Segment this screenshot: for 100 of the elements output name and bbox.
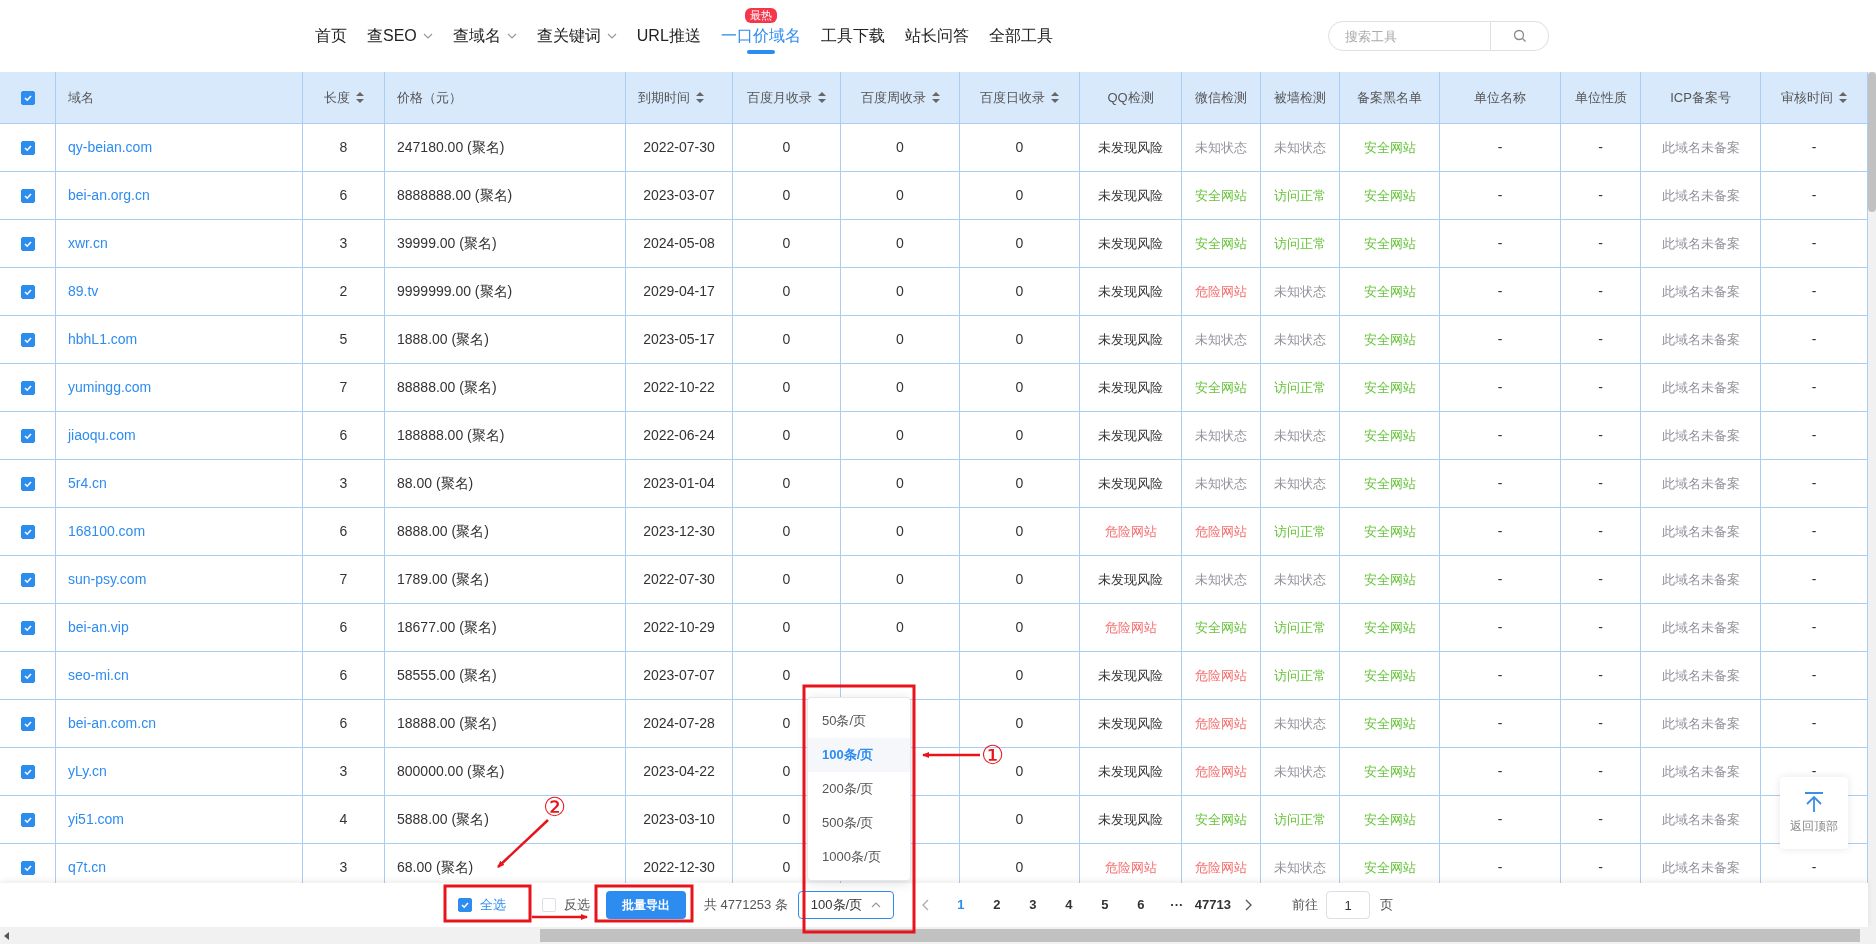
checkbox[interactable] [20, 188, 35, 203]
sort-icon[interactable] [696, 92, 704, 103]
domain-link[interactable]: 168100.com [68, 521, 146, 542]
annotation-arrow [497, 819, 549, 868]
checkbox[interactable] [20, 236, 35, 251]
column-header: 单位名称 [1474, 88, 1526, 107]
checkbox[interactable] [20, 764, 35, 779]
checkbox[interactable] [458, 898, 472, 912]
checkbox[interactable] [20, 284, 35, 299]
status-text: 未知状态 [1274, 858, 1326, 877]
menu-option[interactable]: 50条/页 [808, 704, 910, 738]
nav-link[interactable]: 查域名 [452, 16, 501, 56]
search-icon[interactable] [1512, 29, 1527, 43]
column-header: 价格（元） [397, 88, 462, 107]
search-field[interactable]: 搜索工具 [1328, 21, 1491, 51]
checkbox[interactable] [20, 716, 35, 731]
page-input[interactable]: 1 [1326, 891, 1370, 919]
menu-option[interactable]: 100条/页 [808, 738, 910, 772]
checkbox[interactable] [20, 860, 35, 875]
domain-link[interactable]: 89.tv [68, 281, 99, 302]
chevron-right-icon[interactable] [1245, 899, 1252, 911]
status-text: 安全网站 [1195, 234, 1247, 253]
domain-link[interactable]: hbhL1.com [68, 329, 138, 350]
status-text: 未发现风险 [1098, 474, 1163, 493]
sort-icon[interactable] [818, 92, 826, 103]
domain-link[interactable]: qy-beian.com [68, 137, 153, 158]
column-header: 微信检测 [1195, 88, 1247, 107]
table-cell-text: 68.00 (聚名) [397, 858, 474, 877]
checkbox-label[interactable]: 全选 [480, 895, 506, 915]
table-cell-text: 此域名未备案 [1661, 666, 1740, 685]
column-header[interactable]: 到期时间 [638, 87, 690, 108]
page-link[interactable]: 6 [1122, 895, 1159, 915]
table-cell-text: 2022-10-22 [643, 378, 715, 397]
table-cell-text: 2023-03-10 [643, 810, 715, 829]
nav-link[interactable]: 站长问答 [904, 16, 969, 56]
table-cell-text: 2022-07-30 [643, 138, 715, 157]
checkbox[interactable] [20, 812, 35, 827]
checkbox[interactable] [20, 332, 35, 347]
column-header[interactable]: 百度日收录 [980, 87, 1045, 108]
table-cell-text: 9999999.00 (聚名) [397, 282, 513, 301]
domain-link[interactable]: jiaoqu.com [68, 425, 136, 446]
domain-link[interactable]: bei-an.org.cn [68, 185, 150, 206]
menu-option[interactable]: 1000条/页 [808, 840, 910, 874]
domain-link[interactable]: seo-mi.cn [68, 665, 129, 686]
nav-link[interactable]: 全部工具 [988, 16, 1053, 56]
domain-link[interactable]: bei-an.com.cn [68, 713, 156, 734]
page-link[interactable]: 2 [978, 895, 1015, 915]
domain-link[interactable]: 5r4.cn [68, 473, 107, 494]
checkbox[interactable] [20, 90, 35, 105]
menu-option[interactable]: 500条/页 [808, 806, 910, 840]
sort-icon[interactable] [931, 92, 940, 103]
nav-link[interactable]: 查SEO [367, 16, 417, 56]
scrollbar-thumb[interactable] [540, 929, 1860, 942]
sort-icon[interactable] [355, 92, 364, 103]
export-button[interactable]: 批量导出 [606, 891, 686, 919]
table-cell-text: 0 [896, 330, 904, 349]
checkbox[interactable] [20, 668, 35, 683]
back-to-top-button[interactable]: 返回顶部 [1780, 777, 1848, 849]
page-link[interactable]: 47713 [1194, 895, 1231, 915]
checkbox[interactable] [20, 380, 35, 395]
nav-link[interactable]: 首页 [315, 16, 347, 56]
table-cell-text: 0 [782, 426, 791, 445]
checkbox[interactable] [20, 620, 35, 635]
annotation-arrow [922, 752, 980, 758]
status-text: 访问正常 [1274, 186, 1326, 205]
page-link[interactable]: ··· [1158, 895, 1195, 915]
column-header[interactable]: 长度 [323, 87, 350, 108]
checkbox[interactable] [20, 524, 35, 539]
table-cell-text: - [1811, 858, 1817, 877]
checkbox[interactable] [20, 428, 35, 443]
nav-link[interactable]: URL推送 [636, 16, 701, 56]
checkbox[interactable] [20, 572, 35, 587]
column-header[interactable]: 百度周收录 [860, 87, 926, 108]
domain-link[interactable]: yumingg.com [68, 377, 152, 398]
page-link[interactable]: 4 [1050, 895, 1087, 915]
page-size-select[interactable]: 100条/页 [797, 891, 894, 919]
checkbox[interactable] [20, 140, 35, 155]
checkbox-label[interactable]: 反选 [564, 895, 590, 915]
domain-link[interactable]: yi51.com [68, 809, 125, 830]
sort-icon[interactable] [1839, 92, 1847, 103]
column-header[interactable]: 审核时间 [1781, 87, 1833, 108]
nav-link[interactable]: 工具下载 [820, 16, 885, 56]
chevron-left-icon[interactable] [921, 899, 929, 911]
column-header[interactable]: 百度月收录 [747, 87, 812, 108]
domain-link[interactable]: sun-psy.com [68, 569, 147, 590]
scroll-left-icon[interactable] [4, 931, 10, 940]
table-cell-text: 0 [896, 474, 904, 493]
menu-option[interactable]: 200条/页 [808, 772, 910, 806]
page-link[interactable]: 5 [1086, 895, 1123, 915]
scrollbar-thumb[interactable] [1868, 72, 1876, 212]
table-cell-text: - [1497, 570, 1503, 589]
checkbox[interactable] [20, 476, 35, 491]
sort-icon[interactable] [1051, 92, 1059, 103]
domain-link[interactable]: bei-an.vip [68, 617, 129, 638]
domain-link[interactable]: q7t.cn [68, 857, 107, 878]
nav-link[interactable]: 查关键词 [536, 16, 601, 56]
domain-link[interactable]: yLy.cn [68, 761, 107, 782]
domain-link[interactable]: xwr.cn [68, 233, 108, 254]
page-link[interactable]: 1 [942, 895, 979, 915]
page-link[interactable]: 3 [1014, 895, 1051, 915]
